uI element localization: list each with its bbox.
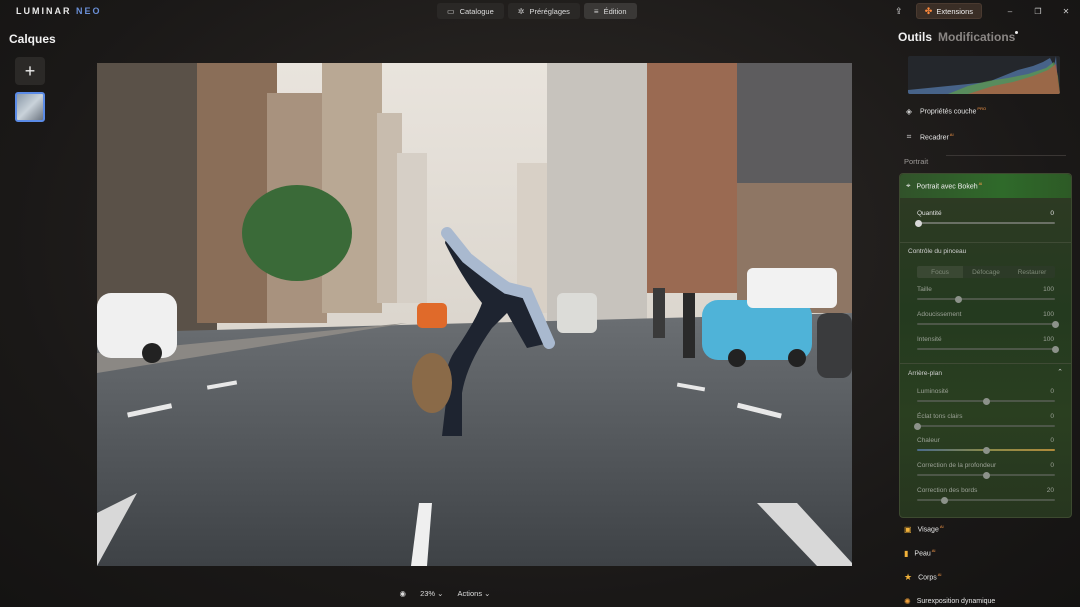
depth-correction-label: Correction de la profondeur [917,462,997,469]
intensity-slider-track[interactable] [917,348,1055,350]
sun-icon: ✺ [904,596,911,606]
highlights-slider-track[interactable] [917,425,1055,427]
tools-panel: Outils Modifications ◈ Propriétés couche… [896,0,1080,607]
divider [900,242,1071,243]
layer-properties-tool[interactable]: ◈ Propriétés couchePRO [904,104,986,118]
softness-slider-knob[interactable] [1051,320,1059,328]
portrait-bokeh-panel: ⌖ Portrait avec BokehAI Quantité 0 Contr… [899,173,1072,518]
highlights-value: 0 [1050,413,1054,420]
app-logo: LUMINAR NEO [16,6,102,16]
segment-defocus[interactable]: Défocage [963,266,1009,278]
crop-icon: ⌗ [906,132,912,141]
section-divider [946,155,1066,156]
presets-icon: ✲ [517,6,525,16]
layers-title: Calques [9,32,56,46]
softness-value: 100 [1043,311,1054,318]
histogram [908,56,1060,94]
actions-dropdown[interactable]: Actions ⌄ [457,589,490,598]
brush-control-title: Contrôle du pinceau [908,248,967,255]
tab-catalogue[interactable]: ▭ Catalogue [437,3,504,19]
layers-icon: ◈ [905,106,913,116]
add-layer-button[interactable]: + [15,57,45,85]
depth-correction-value: 0 [1050,462,1054,469]
tool-body[interactable]: ★ CorpsAI [904,571,942,583]
tab-edit[interactable]: ≡ Édition [583,3,637,19]
chevron-up-icon[interactable]: ⌃ [1057,368,1063,376]
warmth-slider-knob[interactable] [982,446,990,454]
skin-icon: ▮ [904,548,909,558]
size-label: Taille [917,286,932,293]
layer-thumbnail[interactable] [15,92,45,122]
brightness-label: Luminosité [917,388,949,395]
tool-face[interactable]: ▣ VisageAI [904,523,944,535]
edge-correction-value: 20 [1046,487,1054,494]
section-portrait-label: Portrait [904,157,929,166]
sliders-icon: ≡ [593,6,599,16]
edge-correction-slider-knob[interactable] [941,496,949,504]
amount-slider-knob[interactable] [915,219,922,227]
tab-tools[interactable]: Outils [898,30,932,44]
eye-icon[interactable]: ◉ [400,589,407,598]
background-section-title[interactable]: Arrière-plan [908,370,942,377]
segment-focus[interactable]: Focus [917,266,963,278]
intensity-label: Intensité [917,336,942,343]
folder-icon: ▭ [447,6,455,16]
edge-correction-label: Correction des bords [917,487,978,494]
app-window: LUMINAR NEO ▭ Catalogue ✲ Préréglages ≡ Édi… [0,0,1080,607]
panel-tabs: Outils Modifications [898,30,1015,44]
tool-dynamic-overexposure[interactable]: ✺ Surexposition dynamique [904,595,995,607]
amount-label: Quantité [917,210,942,217]
brightness-slider-knob[interactable] [982,397,990,405]
size-slider-track[interactable] [917,298,1055,300]
edits-indicator-dot [1015,31,1018,34]
tool-skin[interactable]: ▮ PeauAI [904,547,936,559]
warmth-label: Chaleur [917,437,940,444]
warmth-value: 0 [1050,437,1054,444]
size-value: 100 [1043,286,1054,293]
highlights-label: Éclat tons clairs [917,413,963,420]
tab-presets[interactable]: ✲ Préréglages [507,3,580,19]
amount-value: 0 [1050,210,1054,217]
softness-label: Adoucissement [917,311,962,318]
main-image[interactable] [97,63,852,566]
size-slider-knob[interactable] [954,295,962,303]
highlights-slider-knob[interactable] [913,422,921,430]
brightness-value: 0 [1050,388,1054,395]
intensity-slider-knob[interactable] [1051,345,1059,353]
brush-mode-segmented: Focus Défocage Restaurer [917,266,1055,278]
bottom-toolbar: ◉ 23% ⌄ Actions ⌄ [0,586,890,600]
zoom-dropdown[interactable]: 23% ⌄ [420,589,443,598]
segment-restore[interactable]: Restaurer [1009,266,1055,278]
photo-canvas [97,63,852,566]
divider [900,363,1071,364]
portrait-bokeh-header[interactable]: ⌖ Portrait avec BokehAI [900,174,1071,198]
tab-edits[interactable]: Modifications [938,30,1015,44]
edge-correction-slider-track[interactable] [917,499,1055,501]
crop-tool[interactable]: ⌗ RecadrerAI [904,130,954,144]
softness-slider-track[interactable] [917,323,1055,325]
face-icon: ▣ [904,524,912,534]
intensity-value: 100 [1043,336,1054,343]
amount-slider-track[interactable] [917,222,1055,224]
bokeh-icon: ⌖ [906,181,911,190]
body-icon: ★ [904,571,913,582]
mode-tabs: ▭ Catalogue ✲ Préréglages ≡ Édition [437,3,637,19]
depth-correction-slider-knob[interactable] [982,471,990,479]
